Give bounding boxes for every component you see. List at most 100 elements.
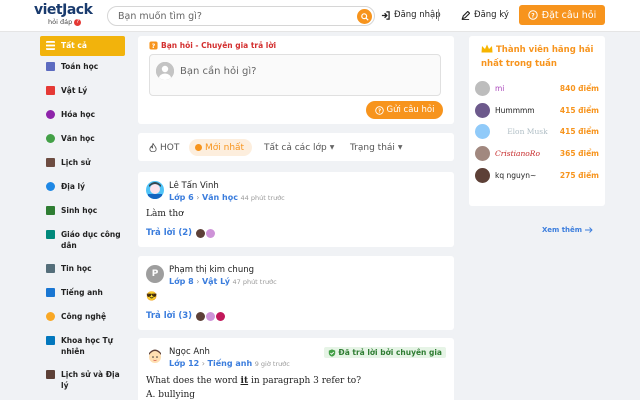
- sidebar-item-label: Văn học: [61, 134, 95, 143]
- member-avatar: [475, 168, 490, 183]
- grade-link[interactable]: Lớp 12: [169, 359, 199, 368]
- tech-icon: [46, 312, 55, 321]
- sidebar-item-label: Địa lý: [61, 182, 85, 191]
- answer-link[interactable]: Trả lời (2): [146, 228, 216, 238]
- question-card[interactable]: Lê Tấn Vinh Lớp 6 › Văn học 44 phút trướ…: [138, 172, 454, 247]
- subject-link[interactable]: Tiếng anh: [208, 359, 253, 368]
- header-divider: [438, 9, 439, 21]
- physics-icon: [46, 86, 55, 95]
- ask-heading: ? Bạn hỏi - Chuyên gia trả lời: [149, 41, 276, 50]
- math-book-icon: [46, 62, 55, 71]
- member-row[interactable]: Elon Musk 415 điểm: [475, 124, 599, 139]
- see-more-link[interactable]: Xem thêm: [542, 226, 593, 234]
- class-filter-dropdown[interactable]: Tất cả các lớp ▼: [264, 139, 334, 156]
- answerer-avatar: [196, 311, 206, 321]
- question-card[interactable]: Ngọc Anh Lớp 12 › Tiếng anh 9 giờ trước …: [138, 338, 454, 400]
- sidebar-item-math[interactable]: Toán học: [40, 56, 125, 80]
- logo-subtitle-text: hỏi đáp: [48, 18, 73, 26]
- sidebar-item-history[interactable]: Lịch sử: [40, 152, 125, 176]
- ask-question-label: Đặt câu hỏi: [541, 9, 597, 21]
- tab-newest[interactable]: Mới nhất: [189, 139, 253, 156]
- tab-hot[interactable]: HOT: [149, 139, 179, 156]
- sidebar-item-label: Công nghệ: [61, 312, 107, 321]
- member-avatar: [475, 146, 490, 161]
- sidebar-item-all[interactable]: Tất cả: [40, 36, 125, 56]
- login-link[interactable]: Đăng nhập: [381, 10, 441, 20]
- member-name: mi: [495, 84, 505, 93]
- subject-sidebar: Tất cả Toán học Vật Lý Hóa học Văn học L…: [40, 36, 125, 398]
- member-avatar: [475, 81, 490, 96]
- search-bar: [107, 6, 375, 26]
- expert-question-icon: ?: [149, 41, 158, 50]
- subject-link[interactable]: Văn học: [202, 193, 238, 202]
- meta-separator: ›: [196, 277, 200, 286]
- status-filter-dropdown[interactable]: Trạng thái ▼: [350, 139, 403, 156]
- sidebar-item-english[interactable]: Tiếng anh: [40, 282, 125, 306]
- sidebar-item-civics[interactable]: Giáo dục công dân: [40, 224, 125, 258]
- member-row[interactable]: CristianoRo 365 điểm: [475, 146, 599, 161]
- answerer-avatar: [206, 228, 216, 238]
- english-icon: [46, 288, 55, 297]
- sidebar-item-biology[interactable]: Sinh học: [40, 200, 125, 224]
- search-input[interactable]: [118, 10, 348, 23]
- sidebar-item-label: Sinh học: [61, 206, 98, 215]
- member-points: 415 điểm: [559, 127, 599, 136]
- author-avatar: [146, 181, 164, 199]
- member-points: 275 điểm: [559, 171, 599, 180]
- class-filter-label: Tất cả các lớp: [264, 142, 327, 153]
- member-row[interactable]: Hummmm 415 điểm: [475, 103, 599, 118]
- computer-icon: [46, 264, 55, 273]
- member-name: kq nguyn~: [495, 171, 537, 180]
- member-points: 840 điểm: [559, 84, 599, 93]
- member-row[interactable]: kq nguyn~ 275 điểm: [475, 168, 599, 183]
- svg-text:?: ?: [531, 12, 535, 19]
- default-avatar-icon: [156, 62, 174, 80]
- chevron-down-icon: ▼: [329, 144, 335, 151]
- grade-link[interactable]: Lớp 8: [169, 277, 194, 286]
- post-time: 47 phút trước: [232, 278, 277, 286]
- sidebar-item-label: Toán học: [61, 62, 99, 71]
- sidebar-item-geography[interactable]: Địa lý: [40, 176, 125, 200]
- question-text: 😎: [146, 292, 158, 302]
- grid-icon: [46, 41, 55, 50]
- chevron-down-icon: ▼: [397, 144, 403, 151]
- ask-card: ? Bạn hỏi - Chuyên gia trả lời Bạn cần h…: [138, 36, 454, 124]
- site-logo[interactable]: vietJack hỏi đáp ?: [34, 3, 96, 29]
- science-icon: [46, 336, 55, 345]
- sidebar-item-physics[interactable]: Vật Lý: [40, 80, 125, 104]
- logo-subtitle: hỏi đáp ?: [48, 18, 96, 27]
- sidebar-item-natural-science[interactable]: Khoa học Tự nhiên: [40, 330, 125, 364]
- verified-shield-icon: [329, 348, 336, 357]
- answer-link[interactable]: Trả lời (3): [146, 311, 226, 321]
- sidebar-item-literature[interactable]: Văn học: [40, 128, 125, 152]
- grade-link[interactable]: Lớp 6: [169, 193, 194, 202]
- post-time: 9 giờ trước: [254, 360, 290, 368]
- search-button[interactable]: [357, 9, 372, 24]
- flask-icon: [46, 110, 55, 119]
- member-name: Hummmm: [495, 106, 535, 115]
- ask-input-placeholder: Bạn cần hỏi gì?: [180, 66, 257, 77]
- signup-link[interactable]: Đăng ký: [461, 10, 509, 20]
- send-question-button[interactable]: ? Gửi câu hỏi: [366, 101, 443, 119]
- history-icon: [46, 158, 55, 167]
- answer-count: Trả lời (2): [146, 228, 193, 238]
- sidebar-item-technology[interactable]: Công nghệ: [40, 306, 125, 330]
- subject-link[interactable]: Vật Lý: [202, 277, 230, 286]
- member-points: 415 điểm: [559, 106, 599, 115]
- meta-separator: ›: [196, 193, 200, 202]
- login-label: Đăng nhập: [394, 10, 441, 20]
- sidebar-item-label: Vật Lý: [61, 86, 88, 95]
- ask-input-box[interactable]: Bạn cần hỏi gì?: [149, 54, 441, 96]
- ask-question-button[interactable]: ? Đặt câu hỏi: [519, 5, 605, 25]
- status-filter-label: Trạng thái: [350, 142, 395, 153]
- member-points: 365 điểm: [559, 149, 599, 158]
- question-card[interactable]: P Phạm thị kim chung Lớp 8 › Vật Lý 47 p…: [138, 256, 454, 330]
- sidebar-item-history-geography[interactable]: Lịch sử và Địa lý: [40, 364, 125, 398]
- sidebar-item-informatics[interactable]: Tin học: [40, 258, 125, 282]
- edit-icon: [461, 10, 470, 20]
- member-row[interactable]: mi 840 điểm: [475, 81, 599, 96]
- post-time: 44 phút trước: [240, 194, 285, 202]
- question-text-emphasis: it: [240, 376, 249, 386]
- sidebar-item-chemistry[interactable]: Hóa học: [40, 104, 125, 128]
- post-meta: Lớp 6 › Văn học 44 phút trước: [169, 193, 285, 202]
